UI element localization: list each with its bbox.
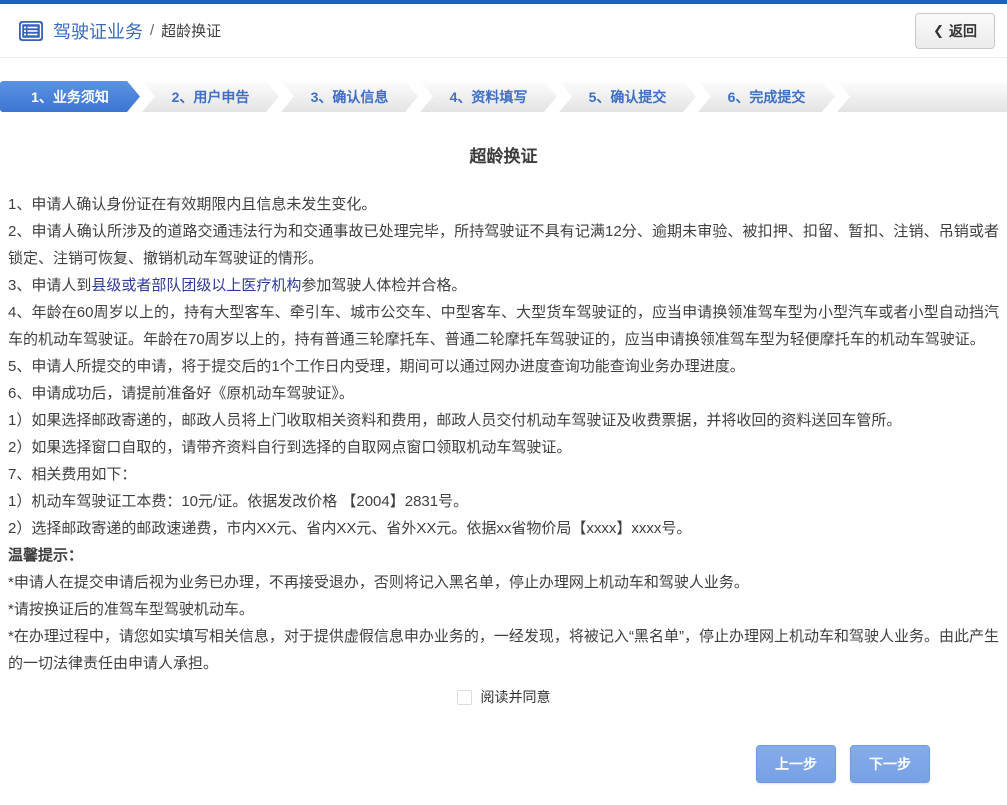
notice-line-4: 4、年龄在60周岁以上的，持有大型客车、牵引车、城市公交车、中型客车、大型货车驾… <box>8 299 999 353</box>
notice-line-3-prefix: 3、申请人到 <box>8 277 91 294</box>
list-icon <box>18 18 44 44</box>
page-header: 驾驶证业务 / 超龄换证 ❮ 返回 <box>0 4 1007 58</box>
step-label: 3、确认信息 <box>311 87 389 107</box>
step-6-complete-submit[interactable]: 6、完成提交 <box>698 81 835 112</box>
notice-line-5: 5、申请人所提交的申请，将于提交后的1个工作日内受理，期间可以通过网办进度查询功… <box>8 353 999 380</box>
notice-line-7-sub-2: 2）选择邮政寄递的邮政速递费，市内XX元、省内XX元、省外XX元。依据xx省物价… <box>8 515 999 542</box>
notice-line-3: 3、申请人到县级或者部队团级以上医疗机构参加驾驶人体检并合格。 <box>8 272 999 299</box>
step-bar-filler <box>837 81 1007 112</box>
breadcrumb-separator: / <box>150 22 154 39</box>
prev-step-button[interactable]: 上一步 <box>756 745 836 783</box>
notice-line-1: 1、申请人确认身份证在有效期限内且信息未发生变化。 <box>8 191 999 218</box>
step-label: 2、用户申告 <box>172 87 250 107</box>
notice-line-2: 2、申请人确认所涉及的道路交通违法行为和交通事故已处理完毕，所持驾驶证不具有记满… <box>8 218 999 272</box>
chevron-left-icon: ❮ <box>933 23 944 39</box>
footer-actions: 上一步 下一步 <box>0 745 1007 783</box>
agree-row: 阅读并同意 <box>8 687 999 707</box>
agree-checkbox[interactable] <box>457 690 472 705</box>
step-indicator: 1、业务须知 2、用户申告 3、确认信息 4、资料填写 5、确认提交 6、完成提… <box>0 81 1007 112</box>
step-label: 1、业务须知 <box>31 87 109 107</box>
tip-line-1: *申请人在提交申请后视为业务已办理，不再接受退办，否则将记入黑名单，停止办理网上… <box>8 569 999 596</box>
breadcrumb-section: 驾驶证业务 <box>53 18 143 44</box>
step-2-user-declaration[interactable]: 2、用户申告 <box>142 81 279 112</box>
step-4-fill-materials[interactable]: 4、资料填写 <box>420 81 557 112</box>
page-title: 超龄换证 <box>8 142 999 167</box>
next-step-button[interactable]: 下一步 <box>850 745 930 783</box>
step-1-business-notice[interactable]: 1、业务须知 <box>0 81 140 112</box>
back-button[interactable]: ❮ 返回 <box>915 13 995 49</box>
notice-line-7-sub-1: 1）机动车驾驶证工本费：10元/证。依据发改价格 【2004】2831号。 <box>8 488 999 515</box>
breadcrumb-current: 超龄换证 <box>161 20 221 41</box>
back-button-label: 返回 <box>949 21 977 41</box>
step-3-confirm-info[interactable]: 3、确认信息 <box>281 81 418 112</box>
notice-line-6: 6、申请成功后，请提前准备好《原机动车驾驶证》。 <box>8 380 999 407</box>
notice-line-6-sub-2: 2）如果选择窗口自取的，请带齐资料自行到选择的自取网点窗口领取机动车驾驶证。 <box>8 434 999 461</box>
tips-heading: 温馨提示： <box>8 542 999 569</box>
step-label: 4、资料填写 <box>450 87 528 107</box>
step-label: 5、确认提交 <box>589 87 667 107</box>
notice-line-7: 7、相关费用如下： <box>8 461 999 488</box>
agree-label: 阅读并同意 <box>481 687 551 707</box>
tip-line-2: *请按换证后的准驾车型驾驶机动车。 <box>8 596 999 623</box>
notice-content: 超龄换证 1、申请人确认身份证在有效期限内且信息未发生变化。 2、申请人确认所涉… <box>0 142 1007 707</box>
notice-line-3-suffix: 参加驾驶人体检并合格。 <box>301 277 466 294</box>
medical-org-highlight: 县级或者部队团级以上医疗机构 <box>91 277 301 294</box>
notice-line-6-sub-1: 1）如果选择邮政寄递的，邮政人员将上门收取相关资料和费用，邮政人员交付机动车驾驶… <box>8 407 999 434</box>
step-label: 6、完成提交 <box>728 87 806 107</box>
tip-line-3: *在办理过程中，请您如实填写相关信息，对于提供虚假信息申办业务的，一经发现，将被… <box>8 623 999 677</box>
step-5-confirm-submit[interactable]: 5、确认提交 <box>559 81 696 112</box>
